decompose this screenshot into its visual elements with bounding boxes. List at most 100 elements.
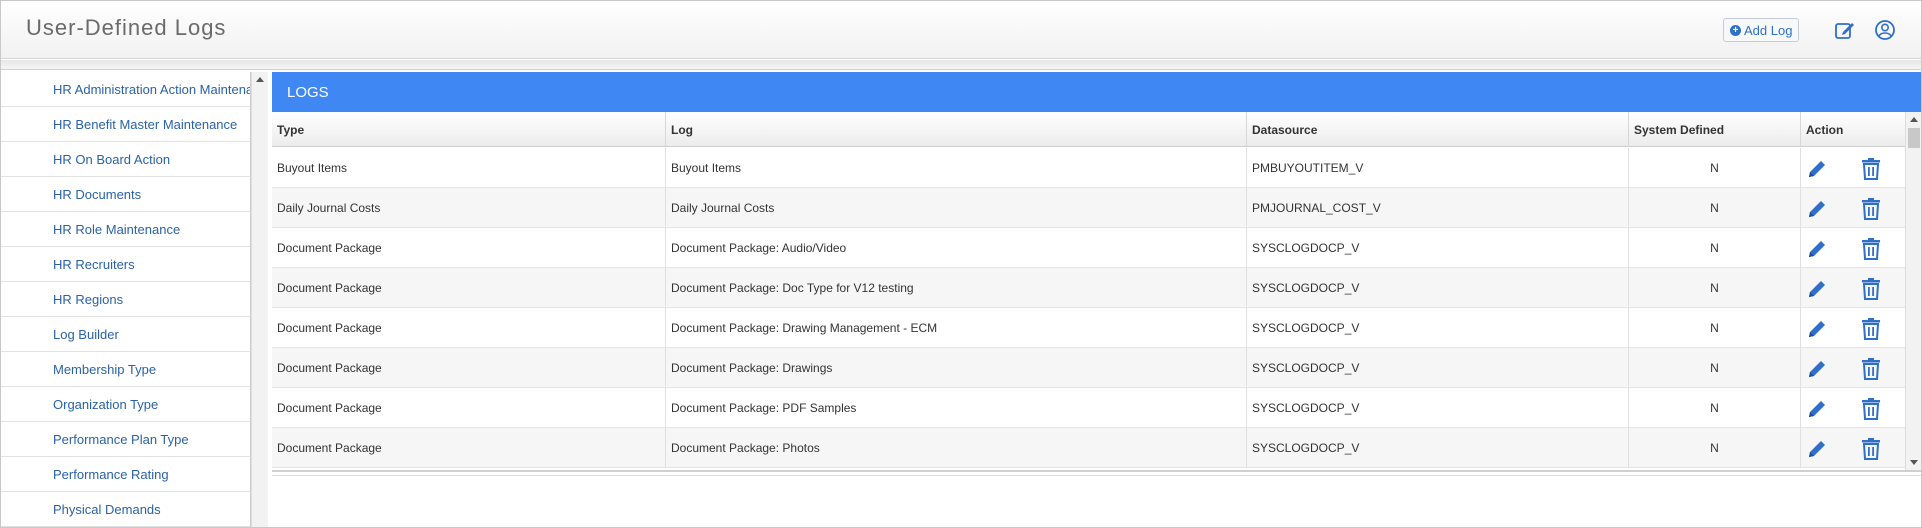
table-row[interactable]: Daily Journal Costs Daily Journal Costs PM…	[272, 188, 1905, 228]
cell-action	[1801, 268, 1905, 308]
trash-icon[interactable]	[1860, 317, 1882, 341]
table-row[interactable]: Buyout Items Buyout Items PMBUYOUTITEM_V N	[272, 148, 1905, 188]
page-title: User-Defined Logs	[26, 15, 227, 40]
cell-system-defined: N	[1629, 228, 1801, 268]
cell-system-defined: N	[1629, 188, 1801, 228]
cell-datasource: SYSCLOGDOCP_V	[1247, 268, 1629, 308]
app-window: User-Defined Logs + Add Log HR Administr…	[0, 0, 1922, 528]
cell-log: Document Package: Audio/Video	[666, 228, 1247, 268]
header: User-Defined Logs + Add Log	[1, 1, 1921, 59]
table-row[interactable]: Document Package Document Package: Doc Ty…	[272, 268, 1905, 308]
add-log-button[interactable]: + Add Log	[1723, 18, 1800, 42]
table-row[interactable]: Document Package Document Package: PDF Sa…	[272, 388, 1905, 428]
column-header-action: Action	[1806, 122, 1844, 137]
scroll-down-icon[interactable]	[1910, 460, 1918, 465]
column-header-type[interactable]: Type	[272, 112, 666, 147]
cell-action	[1801, 228, 1905, 268]
pencil-icon[interactable]	[1805, 357, 1829, 381]
cell-log: Buyout Items	[666, 148, 1247, 188]
table-row[interactable]: Document Package Document Package: Photos…	[272, 428, 1905, 468]
sidebar-item[interactable]: Membership Type	[1, 352, 250, 387]
cell-system-defined: N	[1629, 148, 1801, 188]
table-row[interactable]: Document Package Document Package: Drawin…	[272, 348, 1905, 388]
cell-log: Daily Journal Costs	[666, 188, 1247, 228]
column-header-datasource[interactable]: Datasource	[1247, 112, 1629, 147]
cell-log: Document Package: Drawings	[666, 348, 1247, 388]
sidebar-item[interactable]: HR Regions	[1, 282, 250, 317]
cell-datasource: PMJOURNAL_COST_V	[1247, 188, 1629, 228]
cell-log: Document Package: Photos	[666, 428, 1247, 468]
cell-system-defined: N	[1629, 388, 1801, 428]
sidebar-item[interactable]: Log Builder	[1, 317, 250, 352]
pencil-icon[interactable]	[1805, 197, 1829, 221]
trash-icon[interactable]	[1860, 237, 1882, 261]
logs-panel: LOGS Type Log Datasource System Defined …	[272, 72, 1921, 527]
table-row[interactable]: Document Package Document Package: Audio/…	[272, 228, 1905, 268]
plus-circle-icon: +	[1730, 24, 1741, 36]
sidebar-scrollbar[interactable]	[251, 72, 268, 527]
scroll-up-icon[interactable]	[256, 77, 264, 82]
cell-log: Document Package: Drawing Management - E…	[666, 308, 1247, 348]
sidebar-item[interactable]: Organization Type	[1, 387, 250, 422]
cell-datasource: SYSCLOGDOCP_V	[1247, 228, 1629, 268]
cell-log: Document Package: Doc Type for V12 testi…	[666, 268, 1247, 308]
sidebar-item[interactable]: Performance Rating	[1, 457, 250, 492]
pencil-icon[interactable]	[1805, 237, 1829, 261]
pencil-icon[interactable]	[1805, 317, 1829, 341]
cell-datasource: SYSCLOGDOCP_V	[1247, 308, 1629, 348]
table-row[interactable]: Document Package Document Package: Drawin…	[272, 308, 1905, 348]
user-circle-icon[interactable]	[1874, 19, 1896, 41]
cell-datasource: SYSCLOGDOCP_V	[1247, 348, 1629, 388]
pencil-icon[interactable]	[1805, 397, 1829, 421]
cell-action	[1801, 308, 1905, 348]
column-header-log[interactable]: Log	[666, 112, 1247, 147]
cell-type: Document Package	[272, 228, 666, 268]
sidebar-item[interactable]: Performance Plan Type	[1, 422, 250, 457]
cell-type: Buyout Items	[272, 148, 666, 188]
cell-type: Daily Journal Costs	[272, 188, 666, 228]
cell-type: Document Package	[272, 428, 666, 468]
panel-heading: LOGS	[272, 72, 1921, 112]
pencil-icon[interactable]	[1805, 437, 1829, 461]
sidebar-list: HR Administration Action Maintena HR Ben…	[1, 72, 250, 527]
cell-type: Document Package	[272, 348, 666, 388]
logs-table: Type Log Datasource System Defined Actio…	[272, 112, 1921, 472]
trash-icon[interactable]	[1860, 157, 1882, 181]
cell-system-defined: N	[1629, 428, 1801, 468]
cell-datasource: PMBUYOUTITEM_V	[1247, 148, 1629, 188]
scroll-up-icon[interactable]	[1910, 117, 1918, 122]
trash-icon[interactable]	[1860, 397, 1882, 421]
sidebar-item[interactable]: HR Benefit Master Maintenance	[1, 107, 250, 142]
edit-icon[interactable]	[1834, 19, 1856, 41]
cell-system-defined: N	[1629, 308, 1801, 348]
cell-action	[1801, 388, 1905, 428]
detail-area	[272, 475, 1921, 527]
trash-icon[interactable]	[1860, 277, 1882, 301]
sidebar-item[interactable]: HR Role Maintenance	[1, 212, 250, 247]
trash-icon[interactable]	[1860, 437, 1882, 461]
table-header: Type Log Datasource System Defined Actio…	[272, 112, 1905, 147]
pencil-icon[interactable]	[1805, 277, 1829, 301]
trash-icon[interactable]	[1860, 197, 1882, 221]
table-scrollbar[interactable]	[1905, 112, 1921, 470]
cell-action	[1801, 148, 1905, 188]
cell-type: Document Package	[272, 268, 666, 308]
cell-action	[1801, 188, 1905, 228]
add-log-label: Add Log	[1744, 22, 1793, 38]
toolbar-strip	[1, 60, 1921, 70]
sidebar-item[interactable]: Physical Demands	[1, 492, 250, 527]
sidebar-item[interactable]: HR On Board Action	[1, 142, 250, 177]
sidebar-item[interactable]: HR Documents	[1, 177, 250, 212]
column-header-system-defined[interactable]: System Defined	[1629, 112, 1801, 147]
sidebar-item[interactable]: HR Administration Action Maintena	[1, 72, 250, 107]
cell-action	[1801, 348, 1905, 388]
cell-type: Document Package	[272, 388, 666, 428]
sidebar-item[interactable]: HR Recruiters	[1, 247, 250, 282]
cell-type: Document Package	[272, 308, 666, 348]
cell-action	[1801, 428, 1905, 468]
cell-datasource: SYSCLOGDOCP_V	[1247, 388, 1629, 428]
sidebar: HR Administration Action Maintena HR Ben…	[1, 72, 251, 527]
trash-icon[interactable]	[1860, 357, 1882, 381]
scroll-thumb[interactable]	[1908, 128, 1920, 148]
pencil-icon[interactable]	[1805, 157, 1829, 181]
